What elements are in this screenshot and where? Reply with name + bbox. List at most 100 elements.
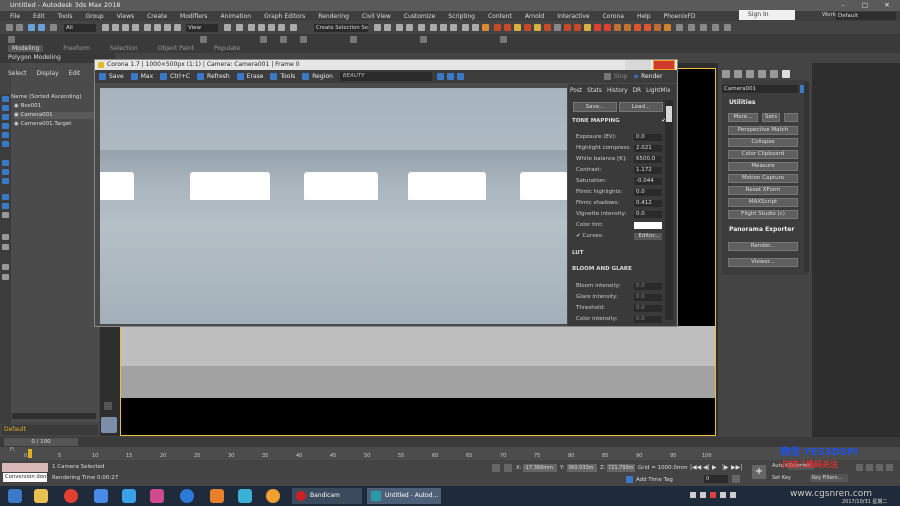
time-cursor[interactable]	[28, 449, 32, 458]
menu-create[interactable]: Create	[147, 13, 167, 20]
tab-history[interactable]: History	[607, 88, 628, 94]
layer-icon[interactable]	[2, 274, 9, 280]
window-crossing-icon[interactable]	[132, 24, 139, 31]
menu-edit[interactable]: Edit	[33, 13, 45, 20]
zoom-out-icon[interactable]	[446, 73, 454, 80]
viewcube-icon[interactable]	[101, 417, 117, 433]
zoom-in-icon[interactable]	[436, 73, 444, 80]
phoenix-source-icon[interactable]	[614, 24, 621, 31]
key-mode-icon[interactable]: F\	[10, 447, 15, 453]
filmic-highlights-field[interactable]: 0.0	[634, 189, 662, 196]
menu-content[interactable]: Content	[488, 13, 512, 20]
filter-xrefs-icon[interactable]	[2, 169, 9, 175]
scene-menu-edit[interactable]: Edit	[69, 70, 81, 80]
scatter-icon[interactable]	[500, 36, 507, 43]
y-coordinate-field[interactable]: 360.033m	[567, 464, 597, 472]
layer-explorer-icon[interactable]	[406, 24, 413, 31]
corona-scatter-icon[interactable]	[544, 24, 551, 31]
menu-rendering[interactable]: Rendering	[318, 13, 349, 20]
corona-material-icon[interactable]	[584, 24, 591, 31]
corona-max-button[interactable]: Max	[130, 73, 153, 80]
go-to-end-icon[interactable]: ▶▶|	[731, 464, 742, 471]
minimize-button[interactable]: –	[832, 0, 854, 11]
filter-shapes-icon[interactable]	[2, 105, 9, 111]
pivot-icon[interactable]	[224, 24, 231, 31]
tone-mapping-heading[interactable]: TONE MAPPING ✔	[572, 118, 668, 127]
filter-bones-icon[interactable]	[2, 178, 9, 184]
display-tab-icon[interactable]	[770, 70, 778, 78]
rectangular-selection-icon[interactable]	[122, 24, 129, 31]
filter-lights-icon[interactable]	[2, 114, 9, 120]
current-frame-field[interactable]: 0	[704, 475, 728, 483]
corona-close-button[interactable]	[653, 60, 675, 70]
menu-views[interactable]: Views	[117, 13, 134, 20]
rendered-frame-window-icon[interactable]	[472, 24, 479, 31]
saturation-field[interactable]: -0.044	[634, 178, 662, 185]
menu-tools[interactable]: Tools	[58, 13, 73, 20]
color-intensity-field[interactable]: 0.0	[634, 316, 662, 323]
filmic-shadows-field[interactable]: 0.412	[634, 200, 662, 207]
color-tint-swatch[interactable]	[634, 222, 662, 229]
scene-menu-display[interactable]: Display	[37, 70, 59, 80]
render-production-icon[interactable]	[482, 24, 489, 31]
highlight-compress-field[interactable]: 2.021	[634, 145, 662, 152]
phoenix-foam-icon[interactable]	[644, 24, 651, 31]
key-filters-button[interactable]: Key Filters...	[810, 474, 848, 482]
scene-explorer-toggle-icon[interactable]	[396, 24, 403, 31]
phoenix-fire-icon[interactable]	[594, 24, 601, 31]
lut-heading[interactable]: LUT	[572, 250, 668, 259]
threshold-field[interactable]: 0.0	[634, 305, 662, 312]
tab-lightmix[interactable]: LightMix	[646, 88, 671, 94]
set-key-button[interactable]: Set Key	[772, 475, 791, 481]
spinner-snap-icon[interactable]	[278, 24, 285, 31]
menu-help[interactable]: Help	[637, 13, 651, 20]
menu-arnold[interactable]: Arnold	[525, 13, 544, 20]
close-button[interactable]: ✕	[876, 0, 898, 11]
maxscript-output[interactable]: Conversion done	[3, 473, 47, 482]
command-panel-scrollbar[interactable]	[804, 82, 809, 272]
app-icon-3[interactable]	[150, 489, 164, 503]
corona-render-button[interactable]: ▶ Render	[634, 73, 662, 80]
panorama-viewer-button[interactable]: Viewer...	[728, 258, 798, 267]
measure-button[interactable]: Measure	[728, 162, 798, 171]
menu-civil-view[interactable]: Civil View	[362, 13, 391, 20]
view-icon[interactable]	[420, 36, 427, 43]
pan-view-icon[interactable]	[856, 464, 863, 471]
link-icon[interactable]	[28, 24, 35, 31]
zoom-extents-icon[interactable]	[876, 464, 883, 471]
unlink-icon[interactable]	[38, 24, 45, 31]
corona-tools-button[interactable]: Tools	[270, 73, 295, 80]
chrome-icon[interactable]	[64, 489, 78, 503]
grid-icon[interactable]	[350, 36, 357, 43]
scene-horizontal-scrollbar[interactable]	[12, 413, 96, 419]
menu-modifiers[interactable]: Modifiers	[180, 13, 207, 20]
app-icon-5[interactable]	[238, 489, 252, 503]
render-image[interactable]	[100, 88, 567, 324]
move-icon[interactable]	[144, 24, 151, 31]
corona-sun-icon[interactable]	[514, 24, 521, 31]
panorama-render-button[interactable]: Render...	[728, 242, 798, 251]
ribbon-tab-selection[interactable]: Selection	[110, 45, 138, 52]
white-balance-field[interactable]: 6500.0	[634, 156, 662, 163]
redo-icon[interactable]	[16, 24, 23, 31]
placement-icon[interactable]	[174, 24, 181, 31]
post-save-button[interactable]: Save...	[573, 102, 617, 112]
scale-icon[interactable]	[164, 24, 171, 31]
corona-minimize-button[interactable]	[625, 60, 651, 70]
arnold-light-icon[interactable]	[688, 24, 695, 31]
undo-icon[interactable]	[6, 24, 13, 31]
corona-region-button[interactable]: Region	[302, 73, 333, 80]
x-coordinate-field[interactable]: -17.366mm	[523, 464, 557, 472]
tray-icon[interactable]	[730, 492, 736, 498]
brush-icon[interactable]	[280, 36, 287, 43]
select-by-name-icon[interactable]	[112, 24, 119, 31]
ribbon-toggle-icon[interactable]	[418, 24, 425, 31]
phoenix-liquid-icon[interactable]	[604, 24, 611, 31]
time-tag-icon[interactable]	[626, 476, 633, 483]
selection-filter-dropdown[interactable]: All	[64, 24, 96, 32]
corona-camera-icon[interactable]	[524, 24, 531, 31]
corona-interactive-icon[interactable]	[554, 24, 561, 31]
tray-icon[interactable]	[720, 492, 726, 498]
fit-icon[interactable]	[456, 73, 464, 80]
more-button[interactable]: More...	[728, 113, 758, 122]
